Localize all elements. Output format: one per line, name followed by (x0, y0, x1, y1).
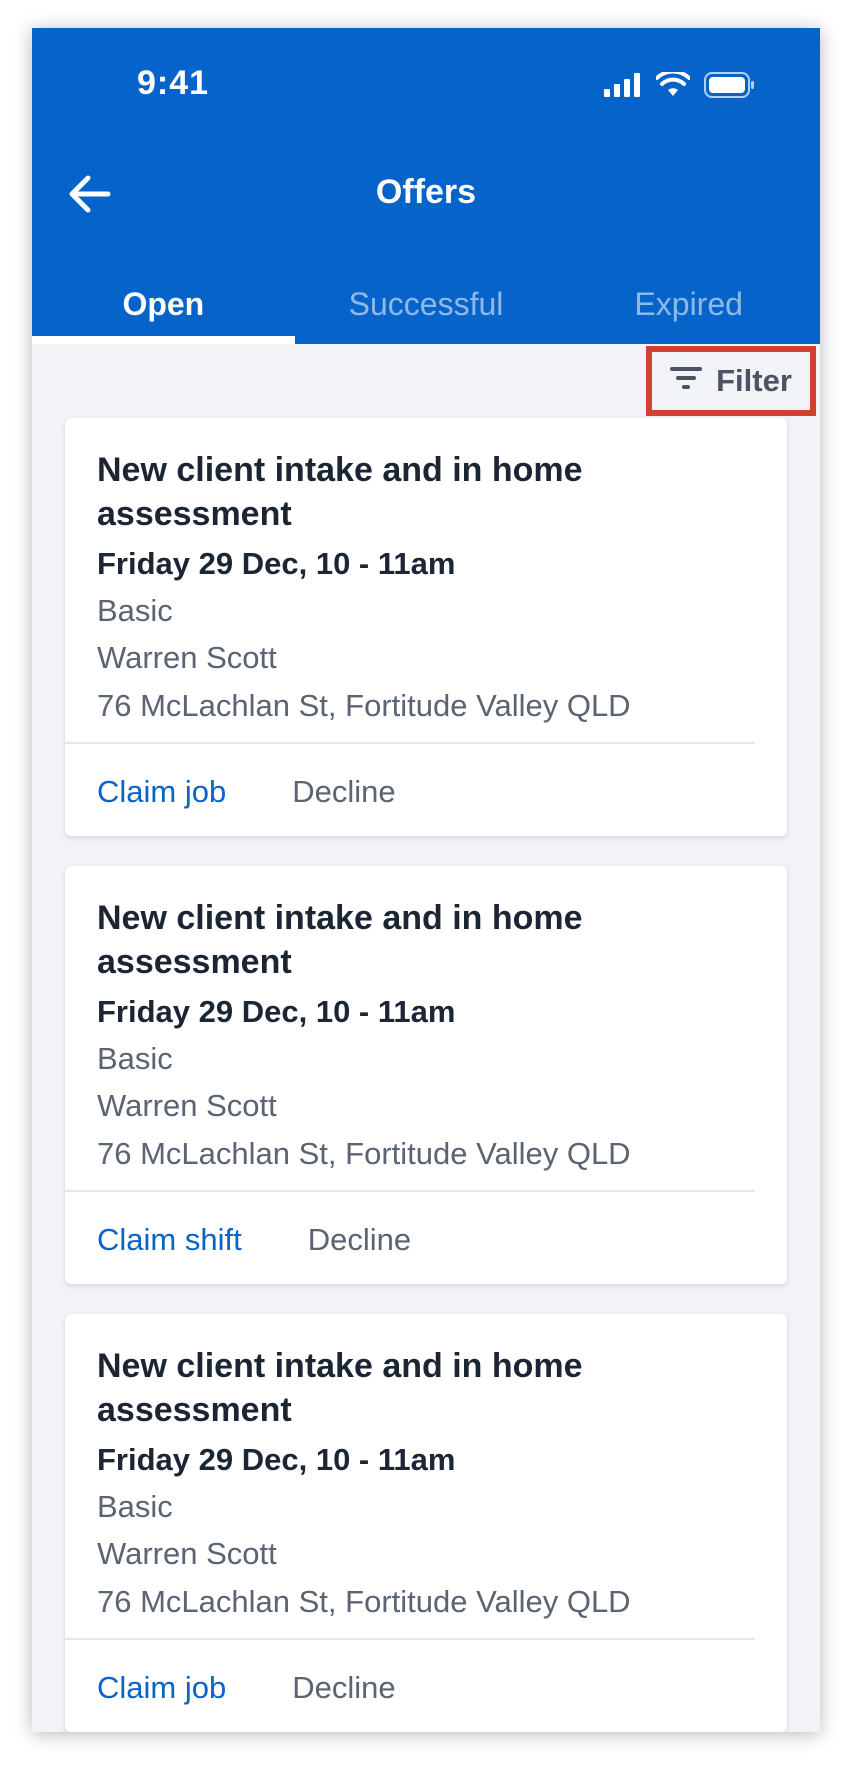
wifi-icon (655, 69, 691, 103)
card-divider (65, 1638, 755, 1640)
offer-address: 76 McLachlan St, Fortitude Valley QLD (97, 1584, 631, 1619)
status-icons (604, 69, 756, 103)
claim-button[interactable]: Claim shift (97, 1222, 242, 1258)
offer-client: Warren Scott (97, 640, 277, 675)
tab-expired[interactable]: Expired (557, 264, 820, 344)
phone-screen: 9:41 Offers Open Successful Expired Filt… (32, 28, 820, 1732)
offer-address: 76 McLachlan St, Fortitude Valley QLD (97, 1136, 631, 1171)
decline-button[interactable]: Decline (292, 1670, 395, 1706)
filter-label: Filter (716, 363, 792, 398)
offer-date: Friday 29 Dec, 10 - 11am (97, 994, 456, 1029)
offer-date: Friday 29 Dec, 10 - 11am (97, 1442, 456, 1477)
decline-button[interactable]: Decline (308, 1222, 411, 1258)
offer-plan: Basic (97, 593, 173, 628)
offer-card[interactable]: New client intake and in home assessment… (65, 1314, 787, 1732)
offer-title: New client intake and in home assessment (97, 451, 583, 533)
tab-bar: Open Successful Expired (32, 264, 820, 344)
claim-button[interactable]: Claim job (97, 1670, 226, 1706)
tab-successful[interactable]: Successful (295, 264, 558, 344)
page-title: Offers (375, 173, 477, 211)
card-divider (65, 1190, 755, 1192)
status-time: 9:41 (137, 64, 210, 102)
offer-title: New client intake and in home assessment (97, 1347, 583, 1429)
app-header: 9:41 Offers Open Successful Expired (32, 28, 820, 344)
tab-open[interactable]: Open (32, 264, 295, 344)
filter-icon (670, 363, 703, 399)
offer-date: Friday 29 Dec, 10 - 11am (97, 546, 456, 581)
card-divider (65, 742, 755, 744)
card-actions: Claim job Decline (97, 774, 396, 810)
offer-plan: Basic (97, 1489, 173, 1524)
signal-icon (604, 73, 642, 102)
decline-button[interactable]: Decline (292, 774, 395, 810)
offer-plan: Basic (97, 1041, 173, 1076)
offer-client: Warren Scott (97, 1088, 277, 1123)
offer-client: Warren Scott (97, 1536, 277, 1571)
offer-card[interactable]: New client intake and in home assessment… (65, 418, 787, 836)
battery-icon (704, 72, 756, 103)
card-actions: Claim job Decline (97, 1670, 396, 1706)
card-actions: Claim shift Decline (97, 1222, 411, 1258)
claim-button[interactable]: Claim job (97, 774, 226, 810)
offer-card[interactable]: New client intake and in home assessment… (65, 866, 787, 1284)
offer-address: 76 McLachlan St, Fortitude Valley QLD (97, 688, 631, 723)
filter-button[interactable]: Filter (646, 346, 816, 416)
offer-title: New client intake and in home assessment (97, 899, 583, 981)
